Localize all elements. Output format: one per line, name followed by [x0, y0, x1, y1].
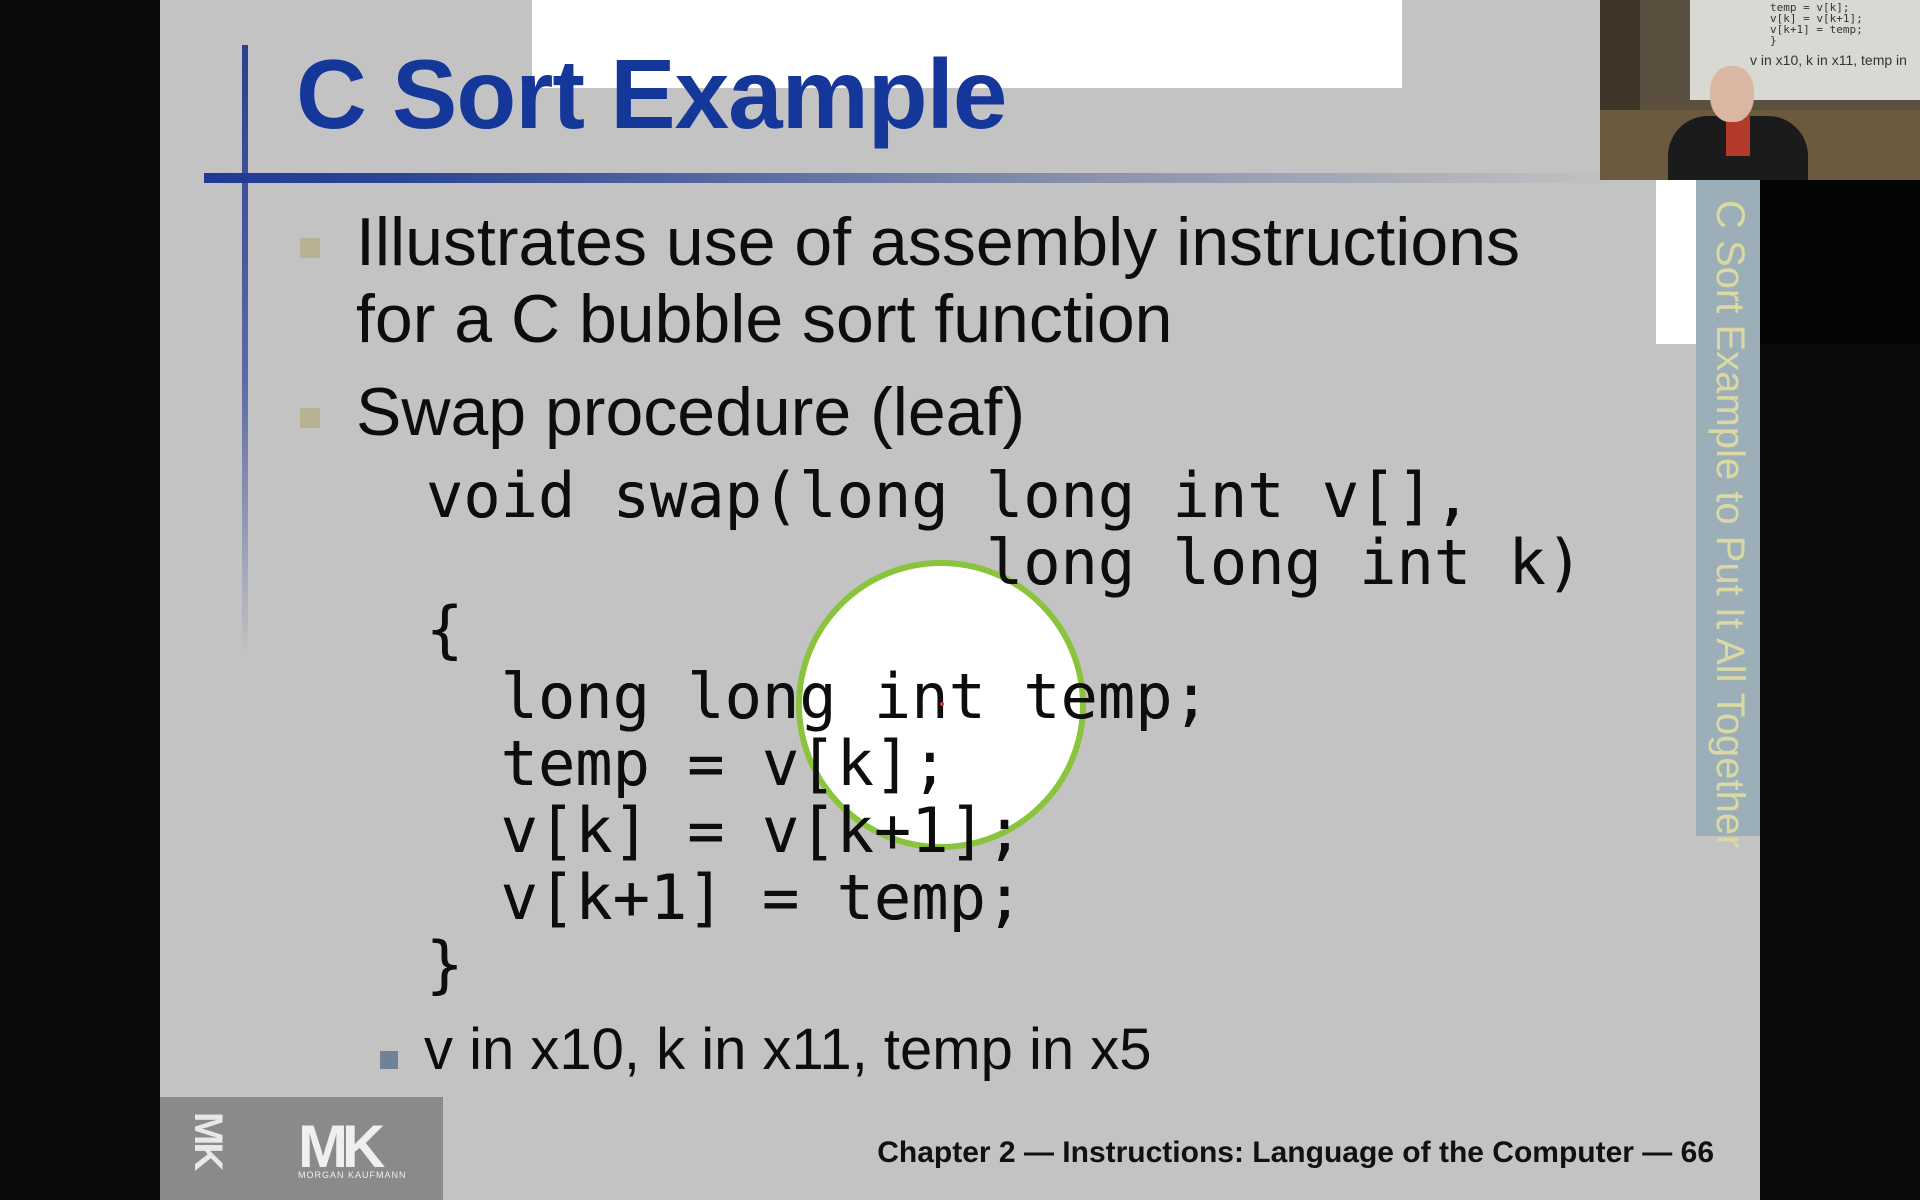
sub-bullet-square-icon: [380, 1051, 398, 1069]
title-vertical-rule: [242, 45, 248, 655]
webcam-person-head: [1710, 66, 1754, 122]
logo-text: MORGAN KAUFMANN: [298, 1170, 407, 1180]
logo-side-mark: MK: [186, 1112, 230, 1169]
bullet-1-line-1: Illustrates use of assembly instructions: [356, 204, 1521, 280]
slide-footer: Chapter 2 — Instructions: Language of th…: [877, 1136, 1714, 1169]
bullet-square-icon: [300, 408, 320, 428]
bullet-2-line-1: Swap procedure (leaf): [356, 374, 1026, 450]
black-region: [1760, 180, 1920, 344]
bullet-1-line-2: for a C bubble sort function: [356, 281, 1173, 357]
slide-title: C Sort Example: [296, 39, 1007, 149]
pointer-dot: [940, 702, 944, 706]
title-horizontal-rule: [204, 173, 1624, 183]
webcam-screen-caption: v in x10, k in x11, temp in: [1750, 52, 1907, 68]
sub-bullet-text: v in x10, k in x11, temp in x5: [424, 1017, 1152, 1082]
side-tab-label: C Sort Example to Put It All Together: [1708, 200, 1752, 849]
code-block-overlay: void swap(long long int v[], long long i…: [426, 459, 1584, 1001]
webcam-screen-code: temp = v[k]; v[k] = v[k+1]; v[k+1] = tem…: [1770, 1, 1863, 47]
webcam-feed: temp = v[k]; v[k] = v[k+1]; v[k+1] = tem…: [1600, 0, 1920, 180]
bullet-square-icon: [300, 238, 320, 258]
slide: C Sort Example Illustrates use of assemb…: [160, 0, 1760, 1200]
webcam-person-collar: [1726, 116, 1750, 156]
